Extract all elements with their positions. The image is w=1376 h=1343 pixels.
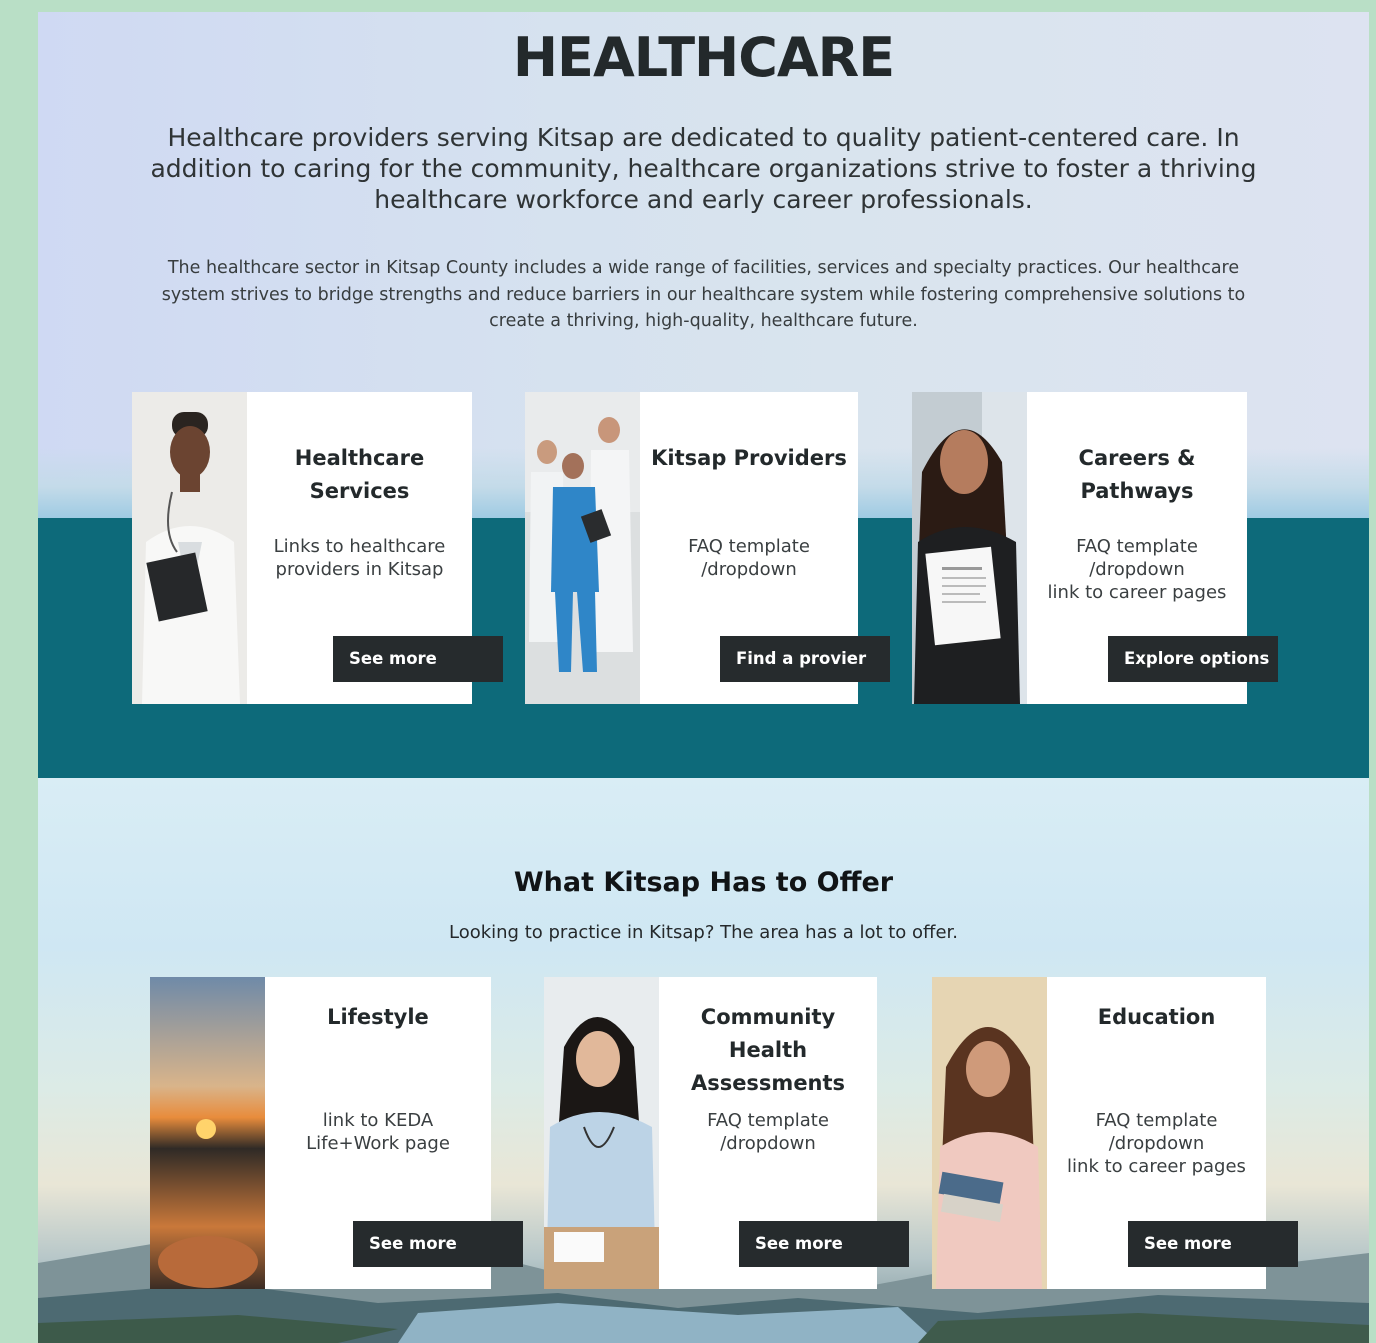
card-title: Healthcare Services <box>294 446 425 503</box>
page-title: HEALTHCARE <box>512 26 895 89</box>
section-subtitle: Looking to practice in Kitsap? The area … <box>448 922 958 943</box>
card-title: Education <box>1097 1005 1216 1029</box>
sunset-kayak-image <box>150 977 265 1289</box>
see-more-button[interactable]: See more <box>353 1221 523 1267</box>
card-description: FAQ template /dropdown link to career pa… <box>1067 1110 1246 1177</box>
see-more-button[interactable]: See more <box>1128 1221 1298 1267</box>
woman-with-resume-image <box>912 392 1027 704</box>
section-title: What Kitsap Has to Offer <box>513 867 894 898</box>
healthcare-page: HEALTHCARE Healthcare providers serving … <box>38 12 1369 1343</box>
card-title: Careers & Pathways <box>1078 446 1196 503</box>
student-with-books-image <box>932 977 1047 1289</box>
card-title: Lifestyle <box>327 1005 429 1029</box>
find-a-provider-button[interactable]: Find a provier <box>720 636 890 682</box>
intro-lead: Healthcare providers serving Kitsap are … <box>150 123 1257 214</box>
doctor-with-clipboard-image <box>132 392 247 704</box>
card-description: FAQ template /dropdown <box>707 1110 829 1154</box>
card-description: FAQ template /dropdown link to career pa… <box>1047 536 1227 603</box>
card-description: FAQ template /dropdown <box>688 536 810 580</box>
medical-team-image <box>525 392 640 704</box>
see-more-button[interactable]: See more <box>333 636 503 682</box>
explore-options-button[interactable]: Explore options <box>1108 636 1278 682</box>
see-more-button[interactable]: See more <box>739 1221 909 1267</box>
card-title: Kitsap Providers <box>651 446 847 470</box>
intro-body: The healthcare sector in Kitsap County i… <box>161 258 1246 331</box>
doctor-consultation-image <box>544 977 659 1289</box>
card-title: Community Health Assessments <box>690 1005 846 1095</box>
card-description: Links to healthcare providers in Kitsap <box>273 536 446 580</box>
card-description: link to KEDA Life+Work page <box>306 1110 450 1154</box>
